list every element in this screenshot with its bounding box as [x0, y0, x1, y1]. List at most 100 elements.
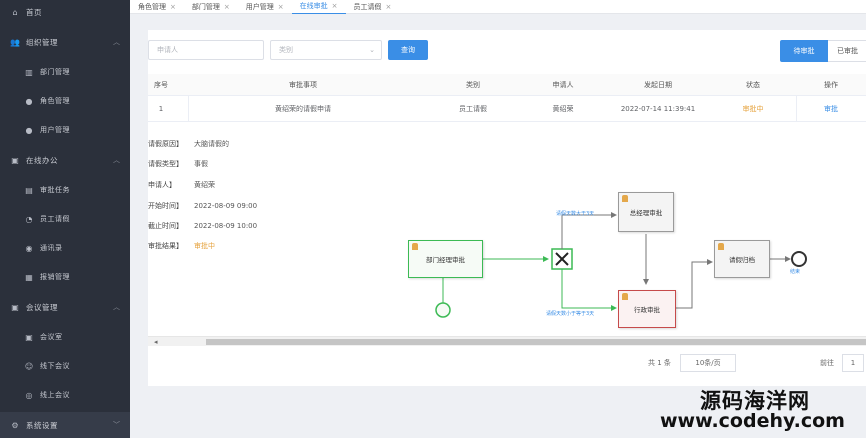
detail-value: 2022-08-09 10:00 [194, 222, 258, 230]
sidebar-item-home[interactable]: ⌂ 首页 [0, 0, 130, 24]
tab-online-approval[interactable]: 在线审批 × [291, 0, 346, 14]
detail-key: 开始时间】 [148, 202, 183, 210]
cell-applicant: 黄绍荣 [552, 104, 574, 113]
sidebar-item-label: 报销管理 [40, 273, 70, 281]
flow-gateway-to-admin [561, 269, 617, 311]
tab-leave[interactable]: 员工请假 × [346, 0, 400, 14]
tab-dept[interactable]: 部门管理 × [184, 0, 238, 14]
sidebar-item-approval-task[interactable]: ▤ 审批任务 [0, 178, 130, 202]
end-label: 结束 [790, 269, 801, 275]
sidebar-group-settings[interactable]: ⚙ 系统设置 ﹀ [0, 412, 130, 438]
user-task-icon [622, 195, 628, 202]
sidebar-item-contacts[interactable]: ◉ 通讯录 [0, 236, 130, 260]
sidebar-item-label: 首页 [26, 7, 42, 17]
tab-bar: 角色管理 × 部门管理 × 用户管理 × 在线审批 × 员工请假 × [130, 0, 866, 14]
node-admin-approval[interactable]: 行政审批 [618, 290, 676, 328]
detail-applicant: 申请人】 黄绍荣 [148, 179, 215, 191]
node-label: 总经理审批 [629, 209, 663, 217]
tab-label: 部门管理 [191, 2, 220, 11]
headset-icon: ◎ [25, 390, 33, 400]
sidebar-group-org[interactable]: 👥 组织管理 ︿ [0, 30, 130, 54]
sidebar-group-meeting[interactable]: ▣ 会议管理 ︿ [0, 295, 130, 319]
close-icon[interactable]: × [278, 3, 284, 11]
task-icon: ▤ [25, 185, 33, 195]
sidebar-group-label: 会议管理 [26, 302, 58, 312]
sidebar-item-reimburse[interactable]: ▦ 报销管理 [0, 265, 130, 289]
sidebar-item-user[interactable]: ● 用户管理 [0, 118, 130, 142]
cell-item: 黄绍荣的请假申请 [275, 104, 331, 113]
page-number-input[interactable]: 1 [842, 354, 864, 372]
close-icon[interactable]: × [170, 3, 176, 11]
sidebar-item-offline-meeting[interactable]: ☺ 线下会议 [0, 354, 130, 378]
tab-label: 用户管理 [245, 2, 274, 11]
type-select[interactable]: 类别 ⌄ [270, 40, 382, 60]
approved-tab[interactable]: 已审批 [828, 40, 866, 62]
node-gm-approval[interactable]: 总经理审批 [618, 192, 674, 232]
sidebar-group-office[interactable]: ▣ 在线办公 ︿ [0, 148, 130, 172]
goto-label: 前往 [820, 359, 834, 367]
detail-key: 请假原因】 [148, 140, 183, 148]
edge-label-over-3-days: 请假天数大于3天 [556, 211, 595, 217]
detail-start: 开始时间】 2022-08-09 09:00 [148, 200, 257, 212]
detail-value: 审批中 [194, 242, 215, 250]
clock-icon: ◔ [25, 214, 33, 224]
table-row: 1 黄绍荣的请假申请 员工请假 黄绍荣 2022-07-14 11:39:41 … [148, 96, 866, 122]
building-icon: ▥ [25, 67, 33, 77]
flow-gateway-to-gm [561, 212, 617, 249]
node-archive[interactable]: 请假归档 [714, 240, 770, 278]
sidebar-item-leave[interactable]: ◔ 员工请假 [0, 207, 130, 231]
receipt-icon: ▦ [25, 272, 33, 282]
sidebar-item-label: 线上会议 [40, 391, 70, 399]
detail-type: 请假类型】 事假 [148, 158, 208, 170]
sidebar-item-online-meeting[interactable]: ◎ 线上会议 [0, 383, 130, 407]
scrollbar-thumb[interactable] [206, 339, 866, 345]
detail-key: 审批结果】 [148, 242, 183, 250]
sidebar-item-dept[interactable]: ▥ 部门管理 [0, 60, 130, 84]
tab-label: 员工请假 [353, 2, 382, 11]
header-item: 审批事项 [289, 80, 317, 89]
scroll-left-arrow-icon[interactable]: ◂ [154, 337, 158, 347]
detail-value: 黄绍荣 [194, 181, 215, 189]
page-size-value: 10条/页 [695, 359, 721, 367]
tab-role[interactable]: 角色管理 × [130, 0, 184, 14]
meeting-icon: ▣ [11, 302, 19, 312]
user-icon: ● [25, 125, 33, 135]
chevron-up-icon: ︿ [113, 156, 120, 164]
sidebar-item-role[interactable]: ● 角色管理 [0, 89, 130, 113]
flow-admin-to-archive [676, 259, 713, 309]
table-header: 序号 审批事项 类别 申请人 发起日期 状态 操作 [148, 74, 866, 96]
app-window: ⌂ 首页 👥 组织管理 ︿ ▥ 部门管理 ● 角色管理 ● 用户管理 ▣ 在线办… [0, 0, 866, 438]
applicant-input[interactable]: 申请人 [148, 40, 264, 60]
cell-date: 2022-07-14 11:39:41 [620, 104, 696, 113]
close-icon[interactable]: × [332, 2, 338, 10]
detail-key: 截止时间】 [148, 222, 183, 230]
sidebar-item-meeting-room[interactable]: ▣ 会议室 [0, 325, 130, 349]
horizontal-scrollbar[interactable]: ◂ [148, 336, 866, 346]
page-size-select[interactable]: 10条/页 [680, 354, 736, 372]
status-toggle: 待审批 已审批 [780, 40, 866, 62]
start-event [435, 302, 451, 318]
user-task-icon [412, 243, 418, 250]
header-category: 类别 [466, 80, 480, 89]
pending-tab[interactable]: 待审批 [780, 40, 828, 62]
node-dept-approval[interactable]: 部门经理审批 [408, 240, 483, 278]
type-placeholder: 类别 [279, 46, 293, 54]
approve-link[interactable]: 审批 [796, 96, 866, 121]
chevron-up-icon: ︿ [113, 38, 120, 46]
sidebar-item-label: 员工请假 [40, 215, 70, 223]
sidebar-item-label: 角色管理 [40, 97, 70, 105]
sidebar-item-label: 审批任务 [40, 186, 70, 194]
sidebar-item-label: 会议室 [40, 333, 63, 341]
watermark-url: www.codehy.com [660, 410, 845, 432]
search-button[interactable]: 查询 [388, 40, 428, 60]
pagination: 共 1 条 10条/页 前往 1 [148, 352, 866, 376]
status-badge: 审批中 [742, 104, 764, 113]
close-icon[interactable]: × [386, 3, 392, 11]
close-icon[interactable]: × [224, 3, 230, 11]
people-icon: ☺ [24, 361, 34, 371]
chevron-down-icon: ⌄ [369, 46, 375, 54]
detail-value: 大脑请假的 [194, 140, 229, 148]
sidebar-group-label: 组织管理 [26, 37, 58, 47]
tab-user[interactable]: 用户管理 × [238, 0, 292, 14]
contacts-icon: ◉ [25, 243, 33, 253]
